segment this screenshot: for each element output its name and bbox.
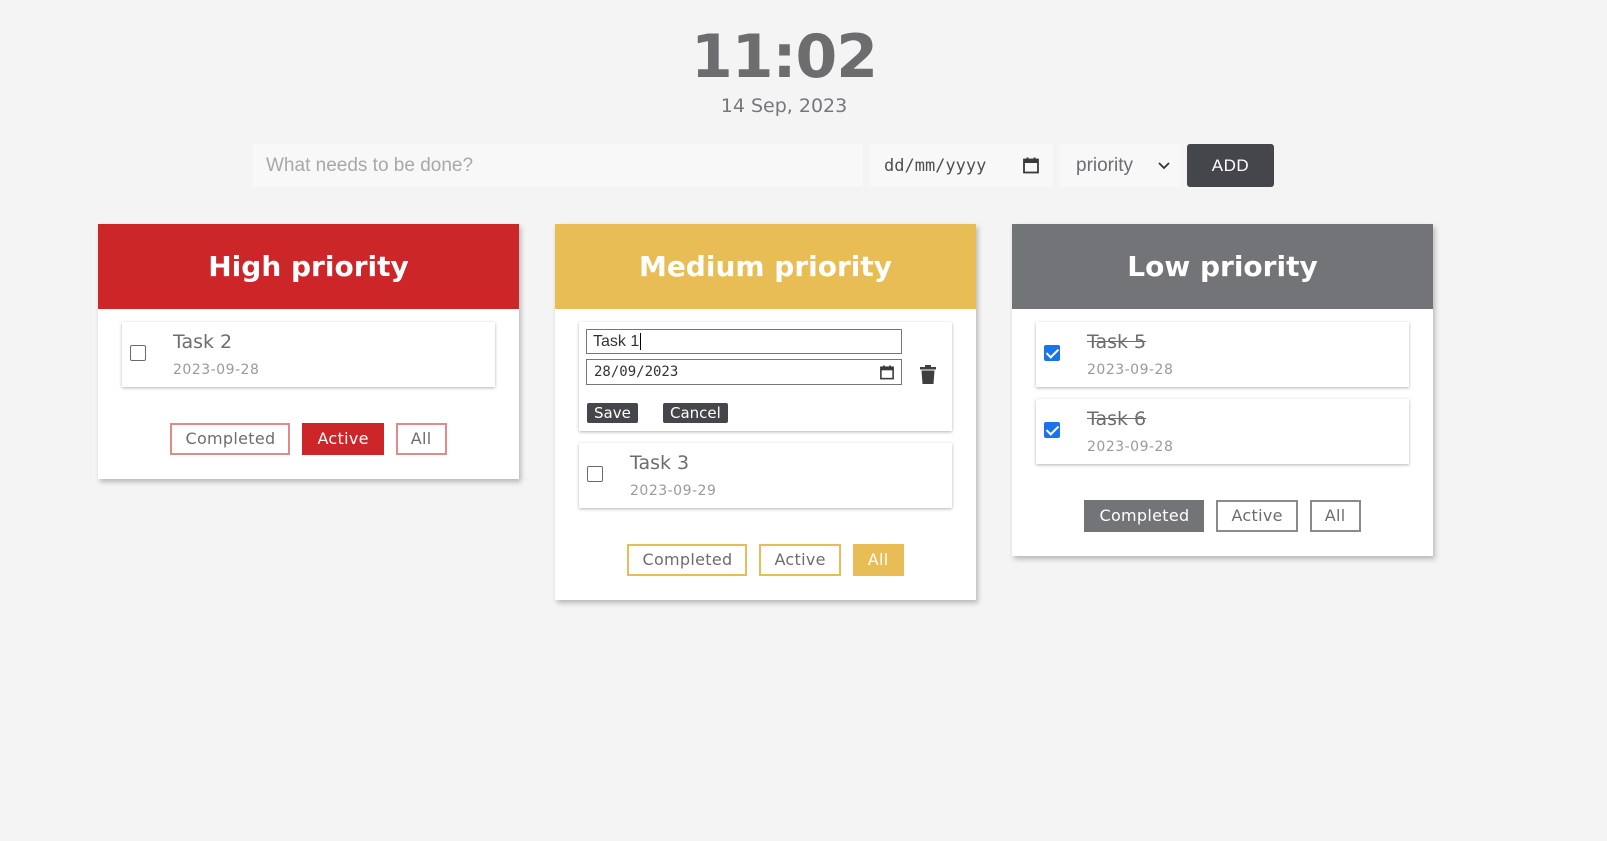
- medium-priority-column: Medium priority Task 1 28/09/2023 Save C…: [555, 224, 976, 600]
- calendar-icon[interactable]: [1023, 157, 1039, 174]
- low-priority-column: Low priority Task 5 2023-09-28 Task 6 20…: [1012, 224, 1433, 556]
- due-date-input[interactable]: dd/mm/yyyy: [870, 144, 1053, 187]
- add-task-bar: dd/mm/yyyy priority ADD: [253, 144, 1274, 187]
- filter-all-button[interactable]: All: [1309, 500, 1361, 532]
- save-button[interactable]: Save: [587, 403, 638, 423]
- task-date: 2023-09-28: [173, 362, 260, 378]
- filter-all-button[interactable]: All: [852, 544, 904, 576]
- cancel-button[interactable]: Cancel: [663, 403, 728, 423]
- task-item: Task 3 2023-09-29: [579, 443, 952, 508]
- filter-completed-button[interactable]: Completed: [1084, 500, 1205, 532]
- task-title[interactable]: Task 3: [630, 452, 689, 474]
- task-edit-form: Task 1 28/09/2023 Save Cancel: [579, 322, 952, 431]
- task-item: Task 5 2023-09-28: [1036, 322, 1409, 387]
- task-title[interactable]: Task 2: [173, 331, 232, 353]
- add-button[interactable]: ADD: [1187, 144, 1274, 187]
- filter-active-button[interactable]: Active: [1216, 500, 1298, 532]
- column-title: High priority: [98, 224, 519, 309]
- filter-group: Completed Active All: [1036, 500, 1409, 532]
- task-title[interactable]: Task 6: [1087, 408, 1146, 430]
- task-checkbox-checked[interactable]: [1044, 422, 1060, 438]
- calendar-icon[interactable]: [880, 365, 894, 380]
- priority-select-value: priority: [1076, 154, 1134, 176]
- filter-active-button[interactable]: Active: [302, 423, 384, 455]
- filter-active-button[interactable]: Active: [759, 544, 841, 576]
- edit-task-name-input[interactable]: Task 1: [586, 329, 902, 354]
- clock-date: 14 Sep, 2023: [720, 95, 848, 117]
- filter-all-button[interactable]: All: [395, 423, 447, 455]
- task-date: 2023-09-28: [1087, 439, 1174, 455]
- filter-completed-button[interactable]: Completed: [627, 544, 748, 576]
- task-checkbox-checked[interactable]: [1044, 345, 1060, 361]
- chevron-down-icon: [1158, 161, 1170, 169]
- task-checkbox[interactable]: [587, 466, 603, 482]
- edit-task-date-value: 28/09/2023: [594, 364, 679, 380]
- column-title: Medium priority: [555, 224, 976, 309]
- high-priority-column: High priority Task 2 2023-09-28 Complete…: [98, 224, 519, 479]
- date-placeholder: dd/mm/yyyy: [884, 155, 987, 176]
- edit-task-date-input[interactable]: 28/09/2023: [586, 359, 902, 385]
- filter-group: Completed Active All: [122, 423, 495, 455]
- task-date: 2023-09-28: [1087, 362, 1174, 378]
- clock: 11:02 14 Sep, 2023: [0, 22, 1568, 120]
- filter-group: Completed Active All: [579, 544, 952, 576]
- edit-task-name-value: Task 1: [593, 333, 640, 350]
- column-title: Low priority: [1012, 224, 1433, 309]
- task-title[interactable]: Task 5: [1087, 331, 1146, 353]
- task-date: 2023-09-29: [630, 483, 717, 499]
- task-input[interactable]: [253, 144, 863, 187]
- task-checkbox[interactable]: [130, 345, 146, 361]
- clock-time: 11:02: [691, 22, 878, 92]
- task-item: Task 2 2023-09-28: [122, 322, 495, 387]
- text-caret: [640, 333, 642, 350]
- task-item: Task 6 2023-09-28: [1036, 399, 1409, 464]
- priority-select[interactable]: priority: [1060, 144, 1180, 187]
- filter-completed-button[interactable]: Completed: [170, 423, 291, 455]
- trash-icon[interactable]: [920, 365, 936, 384]
